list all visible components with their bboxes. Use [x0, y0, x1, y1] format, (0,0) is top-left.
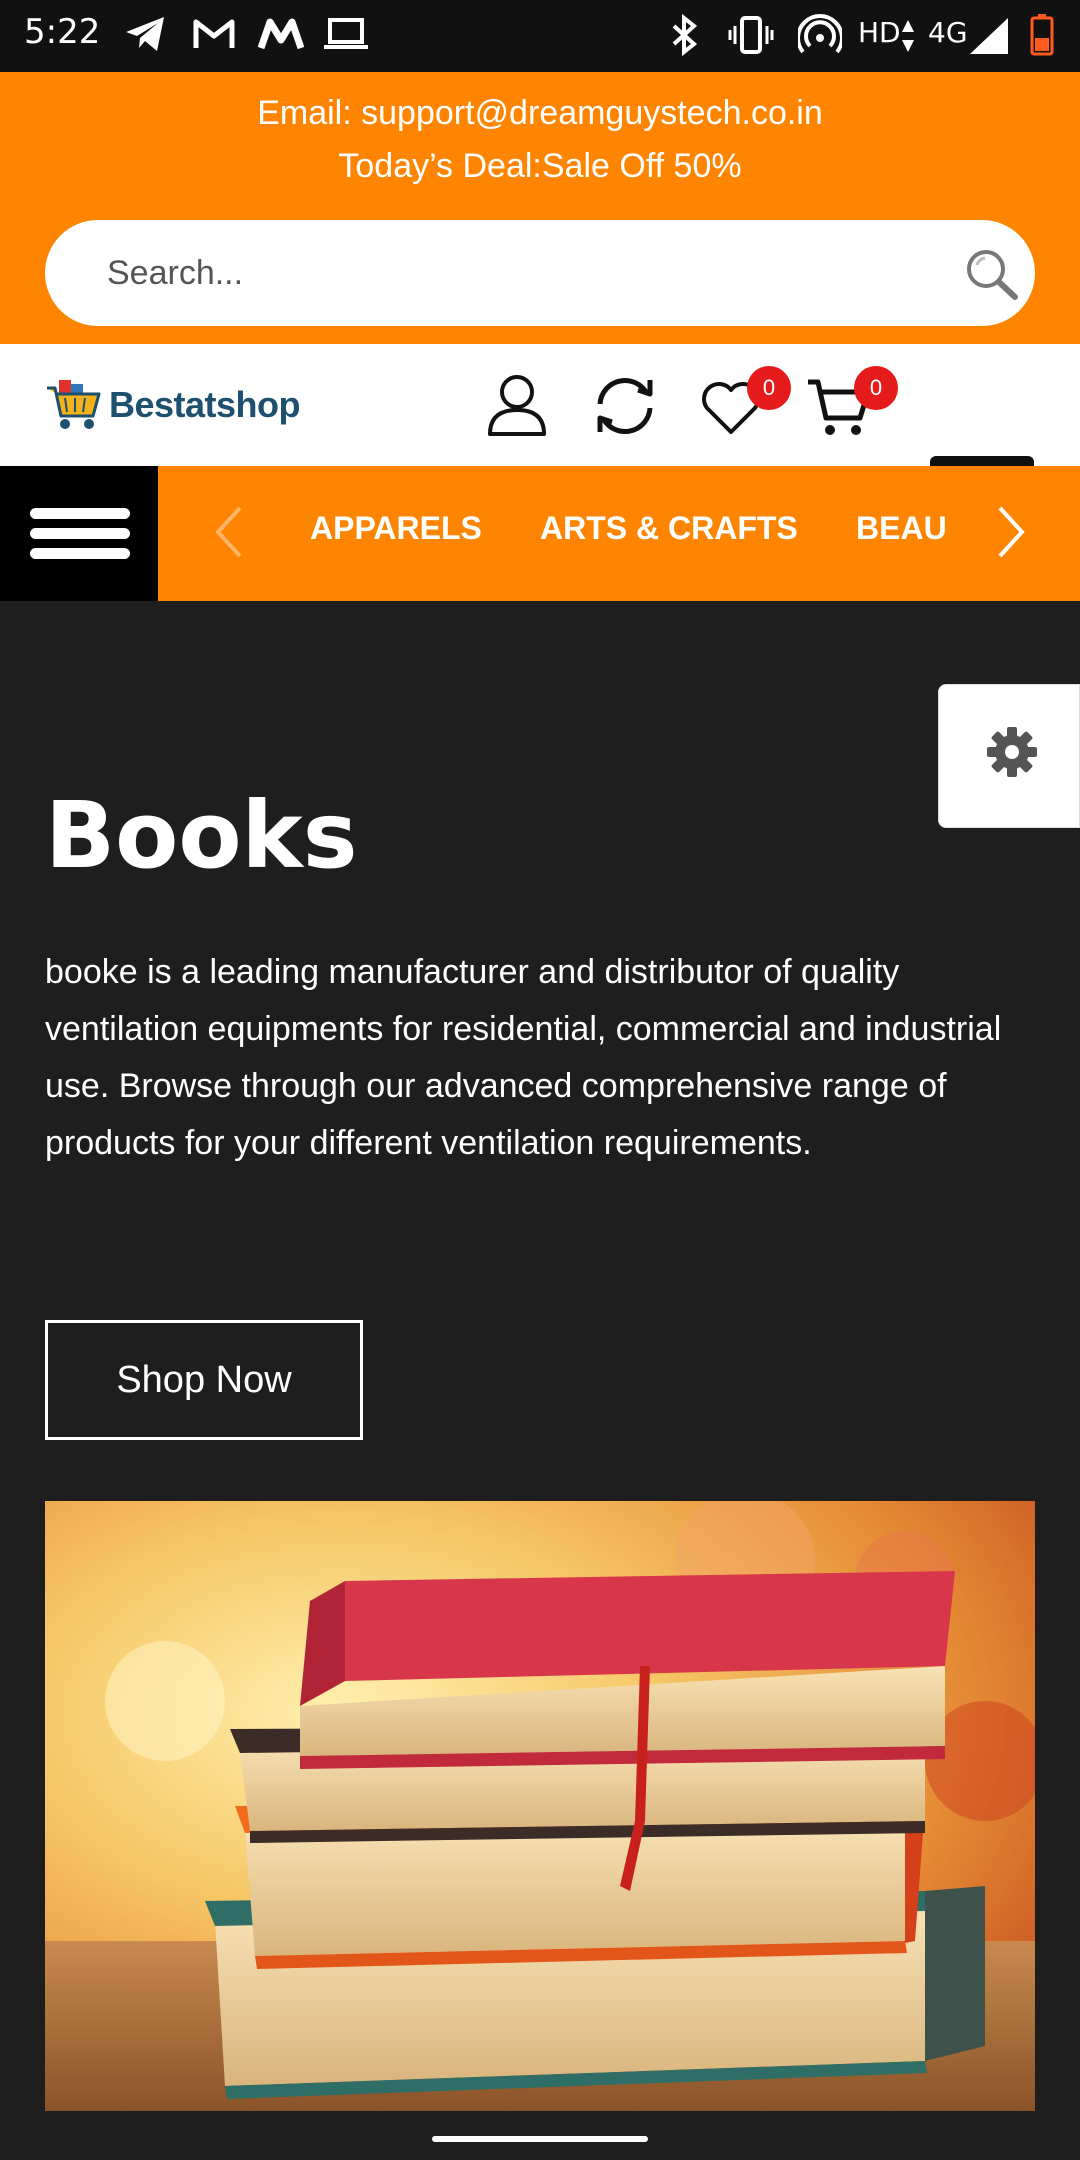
- cart-count-badge: 0: [854, 366, 898, 410]
- books-hero-image: [45, 1501, 1035, 2111]
- category-nav: APPARELS ARTS & CRAFTS BEAU: [0, 466, 1080, 601]
- battery-icon: [1030, 14, 1054, 61]
- vibrate-icon: [728, 14, 774, 61]
- header-tab-handle: [930, 456, 1034, 466]
- menu-button[interactable]: [0, 466, 158, 601]
- data-arrows-icon: [900, 18, 916, 59]
- home-indicator[interactable]: [432, 2136, 648, 2142]
- hotspot-icon: [796, 14, 844, 61]
- logo[interactable]: Bestatshop: [45, 378, 301, 432]
- support-email: Email: support@dreamguystech.co.in: [257, 94, 823, 132]
- search-icon[interactable]: [963, 247, 1023, 308]
- shop-now-button[interactable]: Shop Now: [45, 1320, 363, 1440]
- category-item-arts-crafts[interactable]: ARTS & CRAFTS: [540, 510, 798, 547]
- category-item-apparels[interactable]: APPARELS: [310, 510, 482, 547]
- settings-tab[interactable]: [938, 684, 1080, 828]
- user-account-icon[interactable]: [486, 372, 548, 443]
- bluetooth-icon: [668, 13, 702, 61]
- search-bar: [45, 220, 1035, 326]
- myntra-icon: [257, 14, 305, 59]
- laptop-icon: [322, 14, 370, 59]
- status-time: 5:22: [24, 12, 101, 52]
- gear-icon: [985, 725, 1039, 784]
- hero-title: Books: [45, 782, 358, 889]
- wishlist-count-badge: 0: [747, 366, 791, 410]
- network-label: HD: [858, 16, 901, 49]
- compare-refresh-icon[interactable]: [590, 374, 660, 443]
- site-header: Bestatshop 0 0: [0, 344, 1080, 466]
- cart-logo-icon: [47, 380, 101, 429]
- todays-deal: Today’s Deal:Sale Off 50%: [338, 147, 742, 185]
- telegram-icon: [124, 14, 168, 59]
- category-list: APPARELS ARTS & CRAFTS BEAU: [290, 466, 950, 601]
- hero-description: booke is a leading manufacturer and dist…: [45, 953, 1002, 1162]
- gmail-icon: [192, 14, 236, 59]
- logo-text: Bestatshop: [109, 384, 301, 425]
- search-input[interactable]: [107, 220, 887, 326]
- chevron-right-icon[interactable]: [994, 502, 1028, 567]
- network-type: 4G: [928, 16, 968, 49]
- signal-icon: [968, 16, 1010, 61]
- status-bar: 5:22 HD 4G: [0, 0, 1080, 72]
- promo-bar: Email: support@dreamguystech.co.in Today…: [0, 72, 1080, 344]
- chevron-left-icon[interactable]: [212, 502, 246, 567]
- category-item-beauty[interactable]: BEAU: [856, 510, 947, 547]
